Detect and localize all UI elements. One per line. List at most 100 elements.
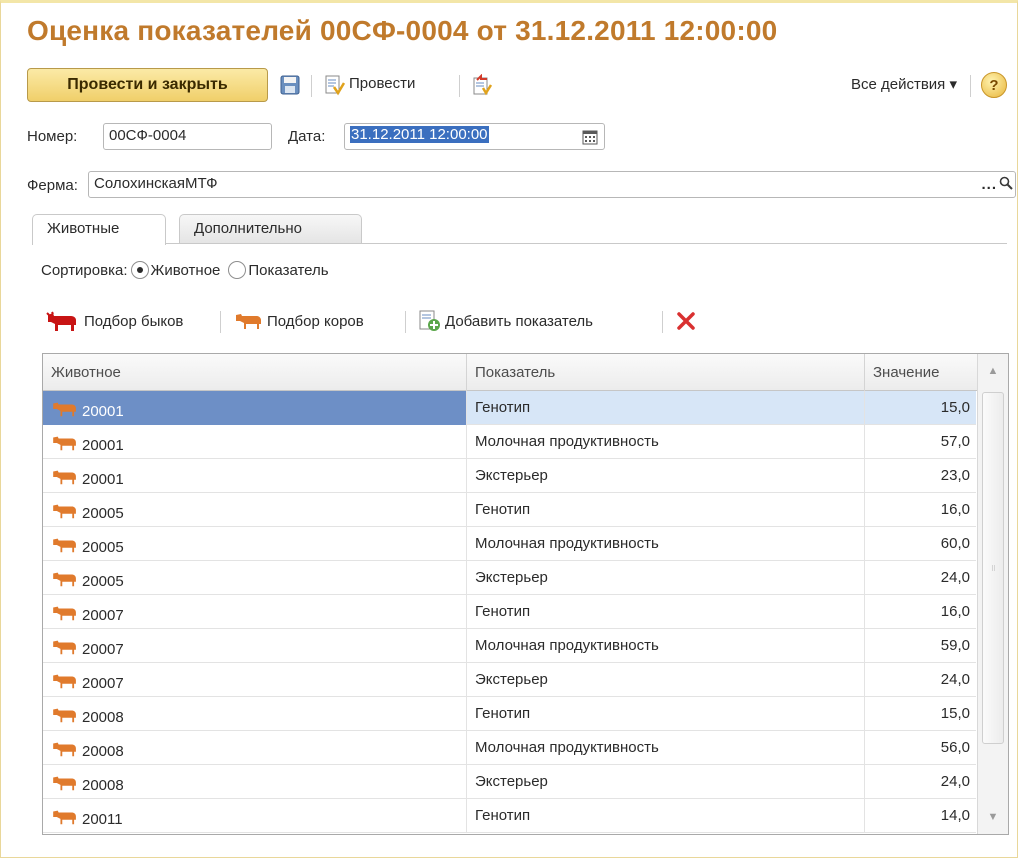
calendar-icon[interactable] xyxy=(579,126,601,148)
cell-value: 24,0 xyxy=(940,569,970,586)
search-icon[interactable] xyxy=(999,176,1013,194)
table-row[interactable]: 20007 Генотип 16,0 xyxy=(43,595,976,629)
cell-animal: 20005 xyxy=(43,527,467,561)
document-window: Оценка показателей 00СФ-0004 от 31.12.20… xyxy=(0,0,1018,858)
post-button[interactable]: Провести xyxy=(349,75,415,92)
table-row[interactable]: 20011 Генотип 14,0 xyxy=(43,799,976,833)
table-scrollbar[interactable]: ▲ ▼ xyxy=(977,354,1008,834)
farm-field[interactable]: СолохинскаяМТФ ... xyxy=(88,171,1016,198)
cell-value: 24,0 xyxy=(940,671,970,688)
delete-icon[interactable] xyxy=(675,306,697,336)
scroll-up-icon[interactable]: ▲ xyxy=(978,356,1008,386)
cell-animal: 20001 xyxy=(43,391,467,425)
animal-id: 20001 xyxy=(82,437,124,454)
column-header-indicator[interactable]: Показатель xyxy=(467,354,865,391)
table-row[interactable]: 20008 Молочная продуктивность 56,0 xyxy=(43,731,976,765)
document-post-icon[interactable] xyxy=(323,74,346,96)
cell-indicator: Молочная продуктивность xyxy=(467,425,865,459)
cell-animal: 20001 xyxy=(43,459,467,493)
column-header-value[interactable]: Значение xyxy=(865,354,978,391)
cell-indicator: Молочная продуктивность xyxy=(467,527,865,561)
all-actions-menu[interactable]: Все действия ▾ xyxy=(851,75,957,93)
table-row[interactable]: 20008 Экстерьер 24,0 xyxy=(43,765,976,799)
cell-value: 23,0 xyxy=(940,467,970,484)
sort-radio-indicator[interactable] xyxy=(228,261,247,279)
cell-value: 59,0 xyxy=(940,637,970,654)
table-row[interactable]: 20001 Молочная продуктивность 57,0 xyxy=(43,425,976,459)
cell-value: 60,0 xyxy=(940,535,970,552)
cell-value: 16,0 xyxy=(940,501,970,518)
cow-icon xyxy=(53,810,76,825)
cow-icon xyxy=(236,314,261,329)
table-row[interactable]: 20005 Экстерьер 24,0 xyxy=(43,561,976,595)
animal-id: 20007 xyxy=(82,675,124,692)
post-and-close-button[interactable]: Провести и закрыть xyxy=(27,68,268,102)
add-indicator-label: Добавить показатель xyxy=(445,312,593,330)
scroll-down-icon[interactable]: ▼ xyxy=(978,802,1008,832)
cell-animal: 20008 xyxy=(43,731,467,765)
document-add-icon xyxy=(419,310,440,331)
window-title: Оценка показателей 00СФ-0004 от 31.12.20… xyxy=(27,15,778,46)
cell-indicator: Молочная продуктивность xyxy=(467,731,865,765)
column-header-animal[interactable]: Животное xyxy=(43,354,467,391)
table-header: Животное Показатель Значение xyxy=(43,354,1008,391)
number-field[interactable]: 00СФ-0004 xyxy=(103,123,272,150)
pick-bulls-button[interactable]: Подбор быков xyxy=(45,306,183,336)
date-field[interactable]: 31.12.2011 12:00:00 xyxy=(344,123,605,150)
cell-value: 57,0 xyxy=(940,433,970,450)
animal-id: 20005 xyxy=(82,573,124,590)
cell-indicator: Генотип xyxy=(467,595,865,629)
cell-value: 15,0 xyxy=(940,399,970,416)
cell-indicator: Генотип xyxy=(467,799,865,833)
table-row[interactable]: 20005 Молочная продуктивность 60,0 xyxy=(43,527,976,561)
sort-radio-animal[interactable] xyxy=(130,261,149,279)
cell-value: 24,0 xyxy=(940,773,970,790)
cell-indicator: Экстерьер xyxy=(467,663,865,697)
cell-animal: 20007 xyxy=(43,595,467,629)
cell-animal: 20008 xyxy=(43,765,467,799)
table-row[interactable]: 20007 Молочная продуктивность 59,0 xyxy=(43,629,976,663)
cow-icon xyxy=(53,606,76,621)
cell-indicator: Экстерьер xyxy=(467,459,865,493)
cow-icon xyxy=(53,640,76,655)
scroll-thumb[interactable] xyxy=(982,392,1004,744)
sort-option-indicator[interactable]: Показатель xyxy=(248,262,328,279)
cell-indicator: Молочная продуктивность xyxy=(467,629,865,663)
tab-animals[interactable]: Животные xyxy=(32,214,166,245)
animal-id: 20005 xyxy=(82,505,124,522)
cell-indicator: Экстерьер xyxy=(467,561,865,595)
tab-additional[interactable]: Дополнительно xyxy=(179,214,362,244)
cell-animal: 20011 xyxy=(43,799,467,833)
cell-value: 16,0 xyxy=(940,603,970,620)
cell-animal: 20001 xyxy=(43,425,467,459)
add-indicator-button[interactable]: Добавить показатель xyxy=(417,306,593,336)
cell-value: 15,0 xyxy=(940,705,970,722)
indicators-table: Животное Показатель Значение 20001 Генот… xyxy=(42,353,1009,835)
table-body: 20001 Генотип 15,0 20001 Молочная продук… xyxy=(43,391,976,833)
cell-animal: 20007 xyxy=(43,663,467,697)
form-toolbar: Провести и закрыть Провести Все действия… xyxy=(27,67,1009,103)
pick-cows-button[interactable]: Подбор коров xyxy=(234,306,364,336)
help-icon[interactable]: ? xyxy=(981,72,1007,98)
document-unpost-icon[interactable] xyxy=(471,73,493,96)
farm-label: Ферма: xyxy=(27,177,78,194)
cell-value: 14,0 xyxy=(940,807,970,824)
table-row[interactable]: 20007 Экстерьер 24,0 xyxy=(43,663,976,697)
table-row[interactable]: 20005 Генотип 16,0 xyxy=(43,493,976,527)
sort-group: Сортировка: Животное Показатель xyxy=(41,261,329,279)
bull-icon xyxy=(46,311,76,331)
table-row[interactable]: 20001 Генотип 15,0 xyxy=(43,391,976,425)
animal-id: 20011 xyxy=(82,811,123,828)
table-row[interactable]: 20001 Экстерьер 23,0 xyxy=(43,459,976,493)
farm-value: СолохинскаяМТФ xyxy=(94,175,218,192)
cow-icon xyxy=(53,572,76,587)
cell-animal: 20008 xyxy=(43,697,467,731)
floppy-disk-icon[interactable] xyxy=(279,74,301,96)
cow-icon xyxy=(53,538,76,553)
cow-icon xyxy=(53,674,76,689)
sort-option-animal[interactable]: Животное xyxy=(151,262,221,279)
cow-icon xyxy=(53,470,76,485)
table-row[interactable]: 20008 Генотип 15,0 xyxy=(43,697,976,731)
pick-bulls-label: Подбор быков xyxy=(84,312,184,330)
farm-select-button[interactable]: ... xyxy=(981,176,997,193)
